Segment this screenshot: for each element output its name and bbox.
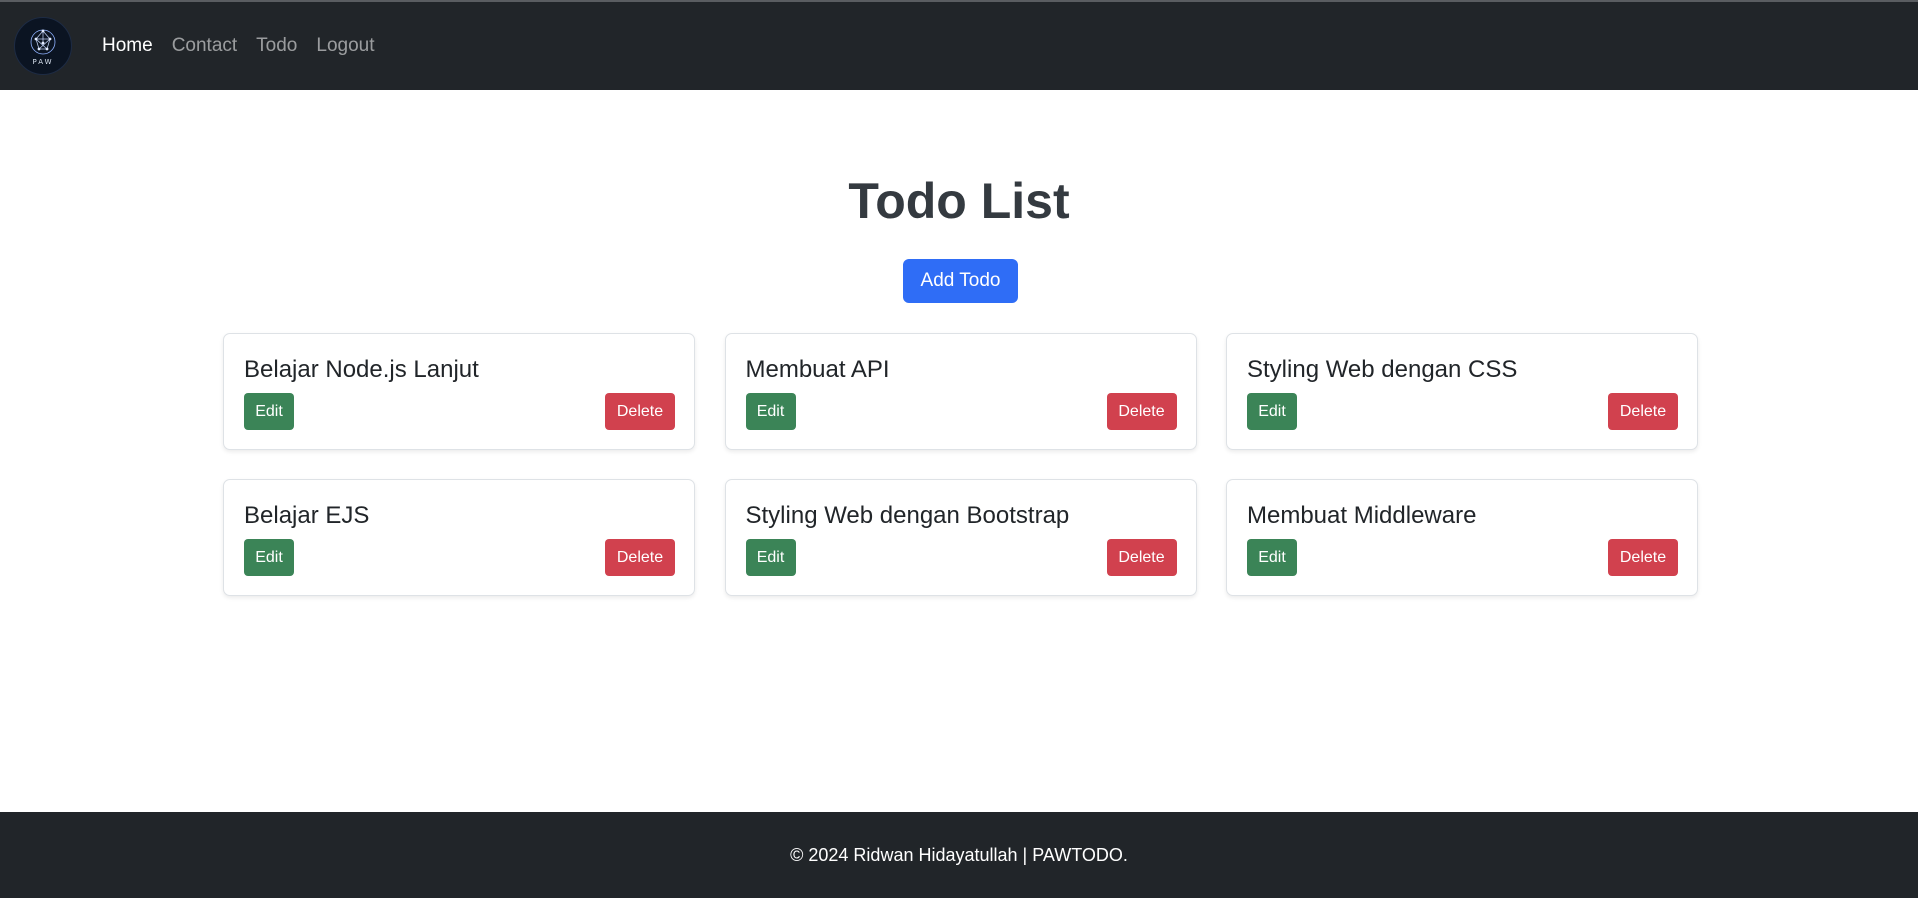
todo-title: Belajar Node.js Lanjut [244, 356, 479, 383]
logo-text: PAW [32, 57, 54, 66]
delete-button[interactable]: Delete [1106, 393, 1177, 430]
delete-button[interactable]: Delete [1106, 539, 1177, 576]
todo-card: Belajar Node.js Lanjut Edit Delete [223, 333, 695, 450]
edit-button[interactable]: Edit [244, 539, 294, 576]
todo-title: Membuat Middleware [1247, 502, 1477, 529]
page-title: Todo List [848, 173, 1070, 229]
delete-button[interactable]: Delete [605, 539, 675, 576]
delete-button[interactable]: Delete [605, 393, 675, 430]
nav-link-home[interactable]: Home [102, 35, 153, 57]
nav-links: Home Contact Todo Logout [102, 35, 375, 57]
edit-button[interactable]: Edit [1247, 393, 1297, 430]
add-todo-button[interactable]: Add Todo [903, 259, 1018, 303]
todo-title: Membuat API [745, 356, 890, 383]
footer: © 2024 Ridwan Hidayatullah | PAWTODO. [0, 812, 1918, 898]
navbar: PAW Home Contact Todo Logout [0, 2, 1918, 90]
edit-button[interactable]: Edit [244, 393, 294, 430]
nav-link-logout[interactable]: Logout [316, 35, 374, 57]
footer-text: © 2024 Ridwan Hidayatullah | PAWTODO. [790, 844, 1128, 865]
edit-button[interactable]: Edit [745, 393, 796, 430]
todo-title: Belajar EJS [244, 502, 370, 529]
edit-button[interactable]: Edit [1247, 539, 1297, 576]
delete-button[interactable]: Delete [1608, 539, 1678, 576]
brand-logo[interactable]: PAW [14, 17, 72, 75]
todo-title: Styling Web dengan CSS [1247, 356, 1518, 383]
nav-link-todo[interactable]: Todo [256, 35, 297, 57]
edit-button[interactable]: Edit [745, 539, 796, 576]
network-globe-icon [30, 29, 56, 54]
todo-card: Styling Web dengan Bootstrap Edit Delete [724, 479, 1197, 596]
delete-button[interactable]: Delete [1608, 393, 1678, 430]
todo-card: Membuat API Edit Delete [724, 333, 1197, 450]
todo-title: Styling Web dengan Bootstrap [745, 502, 1070, 529]
todo-card: Membuat Middleware Edit Delete [1226, 479, 1698, 596]
todo-grid: Belajar Node.js Lanjut Edit Delete Membu… [223, 333, 1698, 596]
todo-card: Belajar EJS Edit Delete [223, 479, 695, 596]
todo-card: Styling Web dengan CSS Edit Delete [1226, 333, 1698, 450]
nav-link-contact[interactable]: Contact [172, 35, 237, 57]
